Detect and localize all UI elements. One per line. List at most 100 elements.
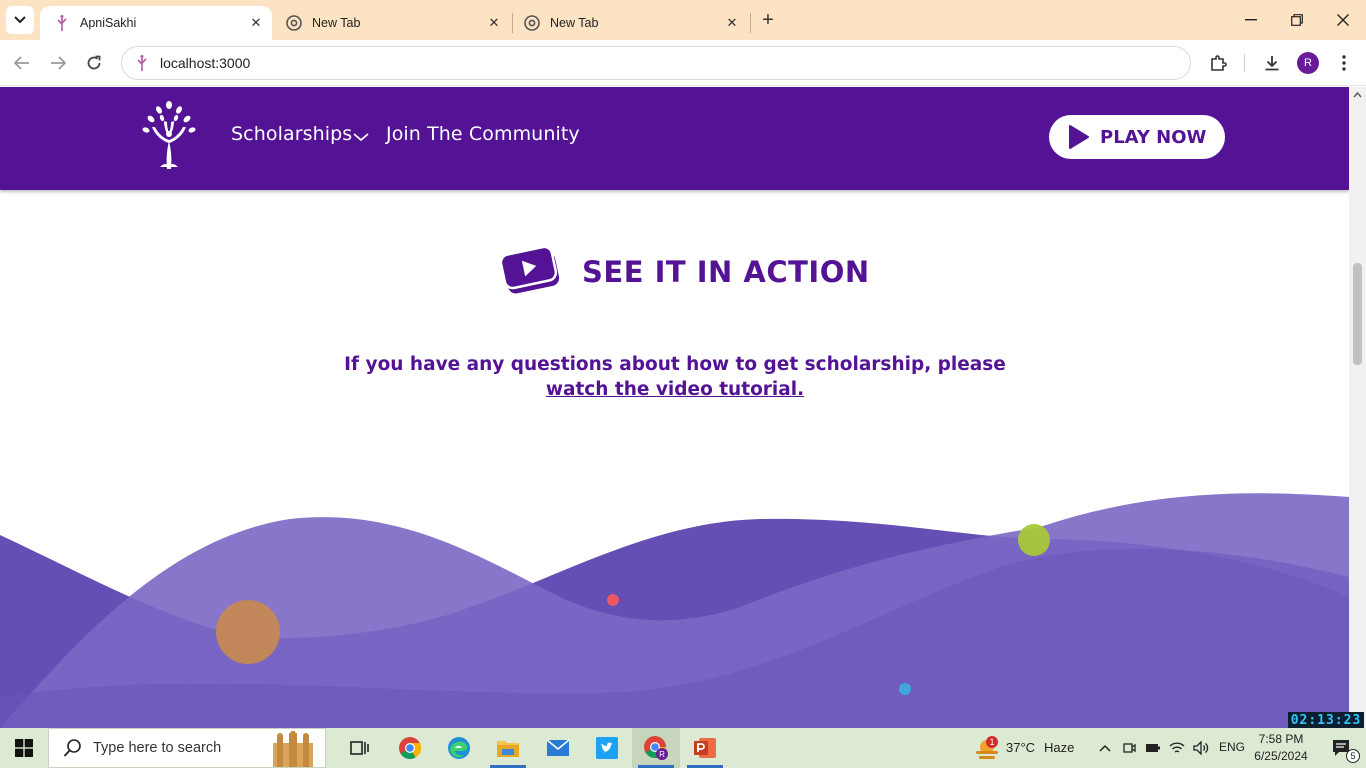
close-tab-icon[interactable]: ✕ <box>484 13 504 33</box>
tab-apnisakhi[interactable]: ApniSakhi ✕ <box>40 6 272 40</box>
clock-date: 6/25/2024 <box>1254 749 1308 763</box>
task-view-icon <box>350 741 369 755</box>
edge-icon <box>448 737 470 759</box>
site-info-icon[interactable] <box>134 55 150 71</box>
back-button[interactable] <box>8 49 36 77</box>
wifi-icon <box>1169 742 1185 753</box>
taskbar-file-explorer[interactable] <box>484 728 532 768</box>
tab-separator <box>750 13 751 33</box>
tray-battery[interactable] <box>1142 728 1164 768</box>
weather-alert-badge: 1 <box>986 736 998 748</box>
tray-volume[interactable] <box>1190 728 1212 768</box>
url-text[interactable]: localhost:3000 <box>160 55 250 71</box>
browser-tab-strip: ApniSakhi ✕ New Tab ✕ New Tab ✕ + <box>0 0 1366 40</box>
nav-scholarships[interactable]: Scholarships <box>231 123 352 145</box>
windows-taskbar: Type here to search R 1 37°C Haze ENG 7:… <box>0 728 1366 768</box>
description-text: If you have any questions about how to g… <box>344 354 1006 375</box>
folder-icon <box>497 741 519 757</box>
chrome-profile-icon: R <box>644 736 668 760</box>
page-scrollbar[interactable] <box>1349 87 1366 728</box>
taskbar-powerpoint[interactable] <box>681 728 729 768</box>
tab-title: New Tab <box>312 16 361 30</box>
browser-toolbar: localhost:3000 <box>0 40 1366 86</box>
tab-new-tab-1[interactable]: New Tab ✕ <box>272 6 510 40</box>
puzzle-icon <box>1211 55 1227 71</box>
menu-button[interactable] <box>1330 49 1358 77</box>
chrome-icon <box>524 15 540 31</box>
play-now-button[interactable]: PLAY NOW <box>1049 115 1225 159</box>
arrow-right-icon <box>51 56 66 70</box>
powerpoint-icon <box>694 738 716 758</box>
chevron-down-icon[interactable] <box>352 131 370 143</box>
address-bar[interactable]: localhost:3000 <box>121 46 1191 80</box>
taskbar-chrome-profile[interactable]: R <box>632 728 680 768</box>
start-button[interactable] <box>0 728 48 768</box>
taskbar-twitter[interactable] <box>583 728 631 768</box>
kebab-menu-icon <box>1342 55 1346 71</box>
tray-meet-now[interactable] <box>1118 728 1140 768</box>
battery-icon <box>1146 744 1160 752</box>
weather-widget[interactable]: 1 37°C Haze <box>972 728 1082 768</box>
apnisakhi-logo[interactable] <box>140 101 198 169</box>
section-title: SEE IT IN ACTION <box>582 255 870 289</box>
extensions-button[interactable] <box>1204 49 1232 77</box>
decorative-waves <box>0 493 1349 728</box>
overlay-timer: 02:13:23 <box>1288 712 1364 728</box>
input-language[interactable]: ENG <box>1219 740 1245 754</box>
toolbar-divider <box>1244 54 1245 72</box>
new-tab-button[interactable]: + <box>756 8 780 32</box>
speaker-icon <box>1193 741 1209 755</box>
scrollbar-thumb[interactable] <box>1353 263 1362 365</box>
minimize-button[interactable] <box>1228 0 1274 40</box>
close-tab-icon[interactable]: ✕ <box>722 13 742 33</box>
restore-icon <box>1291 14 1303 26</box>
windows-logo-icon <box>15 739 33 757</box>
site-header: Scholarships Join The Community PLAY NOW <box>0 87 1349 190</box>
chrome-icon <box>399 737 422 759</box>
tab-search-button[interactable] <box>6 6 34 34</box>
restore-button[interactable] <box>1274 0 1320 40</box>
tab-title: ApniSakhi <box>80 16 137 30</box>
chrome-icon <box>286 15 302 31</box>
weather-temp: 37°C <box>1006 740 1036 755</box>
arrow-left-icon <box>14 56 29 70</box>
chevron-up-icon <box>1099 744 1111 752</box>
video-play-icon <box>499 245 560 294</box>
close-window-button[interactable] <box>1320 0 1366 40</box>
twitter-icon <box>596 737 618 759</box>
tray-network[interactable] <box>1166 728 1188 768</box>
profile-avatar[interactable]: R <box>1297 52 1319 74</box>
taskbar-edge[interactable] <box>435 728 483 768</box>
taskbar-chrome[interactable] <box>386 728 434 768</box>
downloads-button[interactable] <box>1258 49 1286 77</box>
taskbar-mail[interactable] <box>534 728 582 768</box>
task-view-button[interactable] <box>336 728 384 768</box>
search-placeholder: Type here to search <box>93 740 222 756</box>
close-icon <box>1337 14 1349 26</box>
minimize-icon <box>1245 19 1257 21</box>
video-tutorial-link[interactable]: watch the video tutorial. <box>546 379 804 400</box>
weather-condition: Haze <box>1044 740 1075 755</box>
forward-button[interactable] <box>44 49 72 77</box>
notification-center-button[interactable]: 5 <box>1318 728 1366 768</box>
chevron-down-icon <box>14 16 26 24</box>
scroll-up-icon[interactable] <box>1353 91 1362 99</box>
search-icon <box>63 739 81 757</box>
taskbar-search-box[interactable]: Type here to search <box>48 728 326 768</box>
close-tab-icon[interactable]: ✕ <box>246 13 266 33</box>
download-icon <box>1265 56 1279 71</box>
decor-circle-orange <box>216 600 280 664</box>
show-hidden-icons[interactable] <box>1094 728 1116 768</box>
camera-icon <box>1123 743 1136 753</box>
section-description: If you have any questions about how to g… <box>330 352 1020 402</box>
svg-text:R: R <box>659 750 665 759</box>
apnisakhi-favicon-icon <box>54 15 70 31</box>
taskbar-clock[interactable]: 7:58 PM 6/25/2024 <box>1252 731 1310 765</box>
reload-icon <box>87 55 101 70</box>
notification-count-badge: 5 <box>1346 749 1360 763</box>
clock-time: 7:58 PM <box>1258 732 1304 746</box>
reload-button[interactable] <box>80 49 108 77</box>
decor-circle-blue <box>899 683 911 695</box>
tab-new-tab-2[interactable]: New Tab ✕ <box>510 6 748 40</box>
nav-join-community[interactable]: Join The Community <box>386 123 580 145</box>
